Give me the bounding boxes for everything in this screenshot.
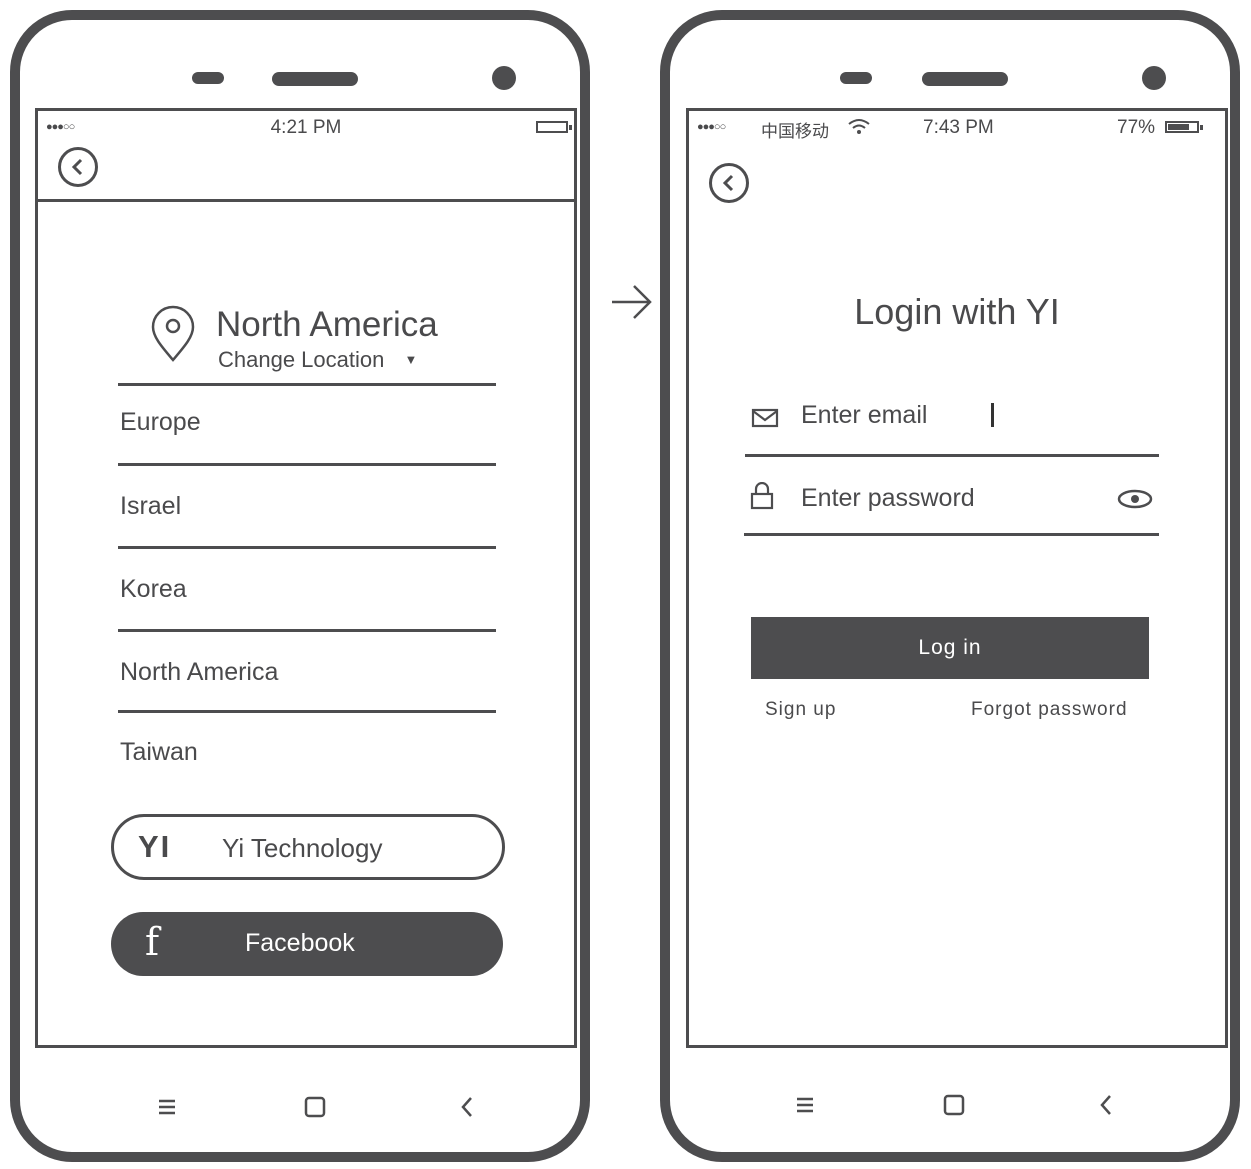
dropdown-caret-icon: ▼ (404, 352, 418, 367)
battery-icon (1165, 121, 1203, 133)
menu-icon[interactable] (795, 1096, 815, 1114)
region-label: Israel (120, 492, 182, 520)
carrier-label: 中国移动 (761, 122, 829, 141)
yi-technology-label: Yi Technology (222, 833, 383, 863)
yi-logo-icon: YI (138, 829, 172, 864)
region-label: Europe (120, 408, 201, 436)
sensor (840, 72, 872, 84)
email-placeholder: Enter email (801, 401, 928, 429)
back-caret-icon[interactable] (1098, 1094, 1114, 1116)
screen-location: ●●●○○ 4:21 PM North America Change Locat… (35, 108, 577, 1048)
menu-icon[interactable] (157, 1098, 177, 1116)
region-item-israel[interactable]: Israel (118, 466, 496, 549)
region-item-europe[interactable]: Europe (118, 386, 496, 466)
status-bar: ●●●○○ 中国移动 7:43 PM 77% (689, 117, 1225, 141)
arrow-right-icon (612, 285, 652, 319)
facebook-label: Facebook (245, 929, 355, 957)
home-square-icon[interactable] (304, 1096, 326, 1118)
front-camera (492, 66, 516, 90)
forgot-password-link[interactable]: Forgot password (971, 699, 1128, 721)
change-location-button[interactable]: Change Location ▼ (218, 347, 417, 373)
region-item-korea[interactable]: Korea (118, 549, 496, 632)
wifi-icon (848, 119, 870, 134)
region-label: Taiwan (120, 738, 198, 766)
back-button[interactable] (709, 163, 749, 203)
region-item-taiwan[interactable]: Taiwan (118, 713, 496, 793)
email-field[interactable]: Enter email (745, 381, 1159, 457)
sensor (192, 72, 224, 84)
status-time: 4:21 PM (270, 117, 342, 138)
facebook-button[interactable]: f Facebook (111, 912, 503, 976)
lock-icon (750, 482, 774, 510)
status-time: 7:43 PM (923, 117, 994, 138)
region-list: Europe Israel Korea North America Taiwan (118, 386, 496, 793)
region-item-north-america[interactable]: North America (118, 632, 496, 713)
region-label: Korea (120, 575, 187, 603)
battery-icon (536, 121, 572, 133)
change-location-label: Change Location (218, 347, 385, 372)
current-region-title: North America (216, 305, 438, 344)
earpiece-speaker (272, 72, 358, 86)
login-button[interactable]: Log in (751, 617, 1149, 679)
chevron-left-icon (71, 158, 83, 176)
header-divider (38, 199, 574, 202)
login-title: Login with YI (854, 291, 1060, 332)
phone-right: ●●●○○ 中国移动 7:43 PM 77% Login with YI Ent… (660, 10, 1240, 1162)
yi-technology-button[interactable]: YI Yi Technology (111, 814, 505, 880)
text-cursor (991, 403, 994, 427)
front-camera (1142, 66, 1166, 90)
back-button[interactable] (58, 147, 98, 187)
battery-percent: 77% (1117, 117, 1156, 138)
password-placeholder: Enter password (801, 484, 975, 512)
region-label: North America (120, 658, 279, 686)
mail-icon (751, 408, 779, 428)
eye-icon[interactable] (1116, 488, 1154, 510)
earpiece-speaker (922, 72, 1008, 86)
signup-link[interactable]: Sign up (765, 699, 836, 721)
facebook-logo-icon: f (145, 920, 160, 964)
signal-indicator: ●●●○○ (697, 121, 726, 133)
home-square-icon[interactable] (943, 1094, 965, 1116)
back-caret-icon[interactable] (459, 1096, 475, 1118)
screen-login: ●●●○○ 中国移动 7:43 PM 77% Login with YI Ent… (686, 108, 1228, 1048)
password-field[interactable]: Enter password (744, 460, 1159, 536)
phone-left: ●●●○○ 4:21 PM North America Change Locat… (10, 10, 590, 1162)
status-bar: ●●●○○ 4:21 PM (38, 117, 574, 139)
location-pin-icon (151, 305, 195, 362)
chevron-left-icon (722, 174, 734, 192)
